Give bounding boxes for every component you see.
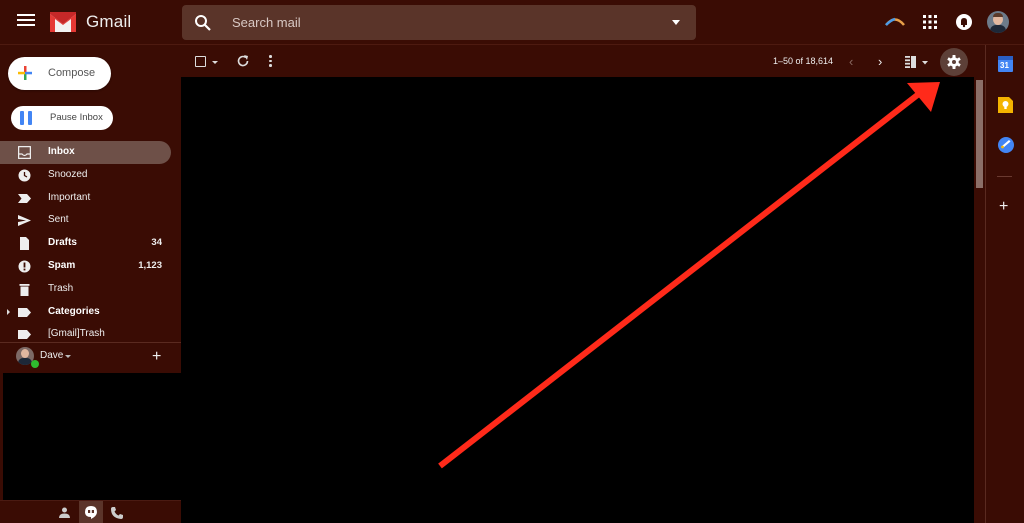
pause-inbox-label: Pause Inbox [50, 112, 103, 123]
sidebar-item-label: Important [48, 191, 91, 203]
clock-icon [18, 169, 31, 182]
keep-icon[interactable] [998, 97, 1013, 113]
sidebar-item-label: [Gmail]Trash [48, 328, 105, 340]
sidebar-item-drafts[interactable]: Drafts 34 [0, 232, 171, 255]
sidebar-item-categories[interactable]: Categories [0, 301, 171, 324]
hangouts-tab[interactable] [79, 501, 103, 523]
notifications-bell-icon[interactable] [956, 14, 972, 30]
contacts-person-icon [59, 507, 70, 518]
hangouts-contacts-area [3, 373, 181, 500]
compose-label: Compose [48, 67, 96, 79]
compose-button[interactable]: Compose [8, 57, 111, 90]
apps-grid-icon[interactable] [923, 15, 937, 29]
chevron-right-icon[interactable]: › [878, 54, 882, 69]
pause-inbox-button[interactable]: Pause Inbox [11, 106, 113, 130]
search-mail-input[interactable]: Search mail [182, 5, 696, 40]
scrollbar-thumb[interactable] [976, 80, 983, 188]
more-options-icon[interactable] [269, 55, 272, 67]
calendar-day: 31 [1000, 61, 1009, 70]
sidebar-item-inbox[interactable]: Inbox [0, 141, 171, 164]
hangouts-user-name[interactable]: Dave [40, 350, 63, 361]
settings-button[interactable] [940, 48, 968, 76]
new-conversation-plus-icon[interactable]: + [152, 348, 161, 366]
hangouts-chat-icon [85, 506, 97, 519]
select-options-caret-icon[interactable] [212, 61, 218, 64]
tasks-icon[interactable] [998, 137, 1014, 153]
sidebar-item-label: Snoozed [48, 168, 88, 180]
side-panel-divider [997, 176, 1012, 177]
important-marker-icon [18, 193, 31, 203]
inbox-icon [18, 146, 31, 159]
gear-icon [947, 55, 961, 69]
sidebar-item-label: Inbox [48, 146, 75, 157]
label-icon [18, 330, 31, 340]
gmail-app: Gmail Search mail Compose Pause Inbox In… [0, 0, 1024, 523]
account-avatar[interactable] [987, 11, 1009, 33]
sidebar-item-sent[interactable]: Sent [0, 209, 171, 232]
spam-alert-icon [18, 260, 31, 273]
pause-icon [20, 111, 34, 125]
phone-call-icon [111, 507, 123, 519]
expand-caret-icon[interactable] [7, 308, 10, 315]
plus-icon[interactable]: + [999, 198, 1008, 216]
trash-icon [19, 283, 30, 296]
sidebar-item-spam[interactable]: Spam 1,123 [0, 255, 171, 278]
sidebar-item-trash[interactable]: Trash [0, 278, 171, 301]
send-icon [18, 215, 31, 227]
side-panel: 31 + [985, 45, 1024, 523]
search-options-caret-icon[interactable] [672, 20, 680, 25]
draft-file-icon [20, 237, 29, 251]
message-list-area [181, 77, 974, 523]
online-status-dot [31, 360, 39, 368]
sidebar-item-snoozed[interactable]: Snoozed [0, 164, 171, 187]
top-header: Gmail Search mail [0, 0, 1024, 45]
mail-toolbar: 1–50 of 18,614 ‹ › [181, 45, 984, 77]
sidebar-item-label: Spam [48, 259, 76, 271]
sidebar-item-label: Drafts [48, 237, 77, 249]
search-placeholder: Search mail [232, 15, 301, 30]
hangouts-bottom-bar [0, 500, 181, 523]
rainbow-arc-icon[interactable] [885, 16, 905, 26]
compose-plus-icon [18, 66, 32, 80]
gmail-logo-icon [50, 12, 76, 32]
user-status-caret-icon[interactable] [65, 355, 71, 358]
refresh-icon[interactable] [236, 54, 250, 68]
split-pane-icon[interactable] [905, 56, 933, 68]
label-icon [18, 307, 31, 317]
pagination-count: 1–50 of 18,614 [773, 56, 834, 66]
search-icon[interactable] [194, 14, 212, 32]
sidebar-item-count: 1,123 [138, 259, 162, 271]
sidebar-item-label: Sent [48, 214, 69, 226]
sidebar-item-important[interactable]: Important [0, 187, 171, 210]
sidebar-item-label: Trash [48, 282, 74, 294]
hamburger-menu-icon[interactable] [17, 14, 35, 30]
select-all-checkbox[interactable] [195, 56, 206, 67]
chevron-left-icon[interactable]: ‹ [849, 54, 853, 69]
sidebar-item-count: 34 [151, 237, 162, 249]
hangouts-user-row: Dave + [0, 343, 181, 373]
sidebar-nav: Inbox Snoozed Important Sent Drafts 34 S… [0, 141, 181, 346]
sidebar-item-label: Categories [48, 305, 100, 317]
gmail-logo-text: Gmail [86, 12, 132, 31]
calendar-icon[interactable]: 31 [998, 56, 1013, 72]
contacts-tab[interactable] [53, 501, 77, 523]
phone-tab[interactable] [105, 501, 129, 523]
